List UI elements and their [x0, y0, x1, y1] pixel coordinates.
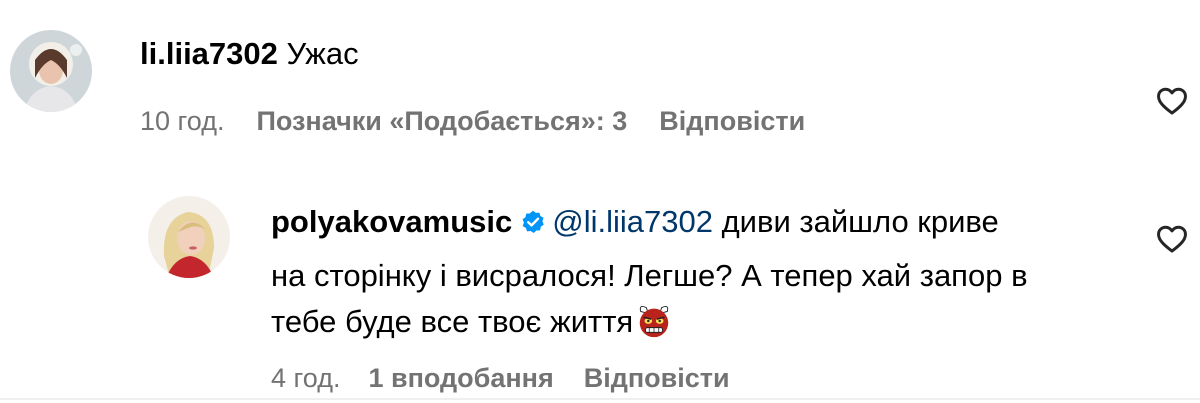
reply-likes-count[interactable]: 1 вподобання	[368, 362, 553, 394]
mention-link[interactable]: @li.liia7302	[552, 204, 713, 239]
comment-time[interactable]: 10 год.	[140, 104, 224, 138]
like-heart-icon[interactable]	[1155, 222, 1189, 256]
comment-text-line: li.liia7302 Ужас	[140, 28, 359, 80]
reply-text-1: диви зайшло криве	[721, 204, 999, 239]
reply-username[interactable]: polyakovamusic	[271, 204, 512, 239]
reply-text-line-3: тебе буде все твоє життя	[271, 296, 673, 348]
avatar[interactable]	[10, 30, 92, 112]
devil-face-emoji-icon	[635, 302, 673, 340]
divider	[0, 398, 1200, 400]
comment-meta: 10 год. Позначки «Подобається»: 3 Відпов…	[140, 104, 805, 138]
like-heart-icon[interactable]	[1155, 84, 1189, 118]
reply-text-line-1: polyakovamusic @li.liia7302 диви зайшло к…	[271, 196, 999, 248]
comment-username[interactable]: li.liia7302	[140, 36, 278, 71]
comment-likes-count[interactable]: Позначки «Подобається»: 3	[256, 104, 627, 138]
reply-button[interactable]: Відповісти	[659, 104, 805, 138]
reply-time[interactable]: 4 год.	[271, 362, 340, 394]
reply-text-line-2: на сторінку і висралося! Легше? А тепер …	[271, 258, 1028, 293]
reply-meta: 4 год. 1 вподобання Відповісти	[271, 362, 730, 394]
verified-badge-icon	[520, 209, 546, 235]
reply-button[interactable]: Відповісти	[584, 362, 730, 394]
avatar[interactable]	[148, 196, 230, 278]
user-avatar-image	[148, 196, 230, 278]
reply-text-3: тебе буде все твоє життя	[271, 304, 634, 339]
user-avatar-image	[10, 30, 92, 112]
comment-text: Ужас	[286, 36, 359, 71]
